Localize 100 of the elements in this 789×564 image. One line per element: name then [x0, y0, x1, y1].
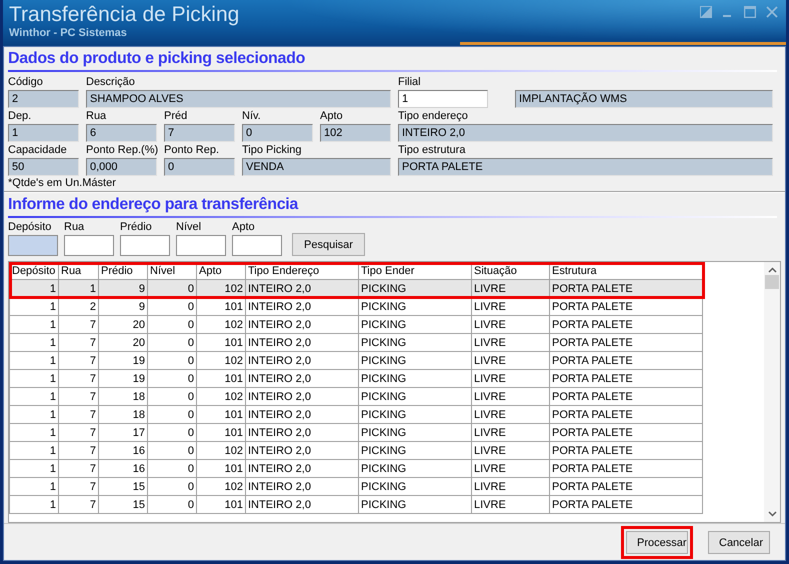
table-cell: PICKING	[358, 478, 472, 496]
table-cell: 102	[196, 442, 246, 460]
table-cell: INTEIRO 2,0	[246, 442, 358, 460]
table-cell: PICKING	[358, 316, 472, 334]
table-cell: PORTA PALETE	[550, 370, 702, 388]
maximize-icon[interactable]	[744, 6, 756, 18]
table-cell: PORTA PALETE	[550, 478, 702, 496]
table-cell: 1	[10, 424, 58, 442]
scroll-up-icon[interactable]	[768, 267, 776, 273]
text-field[interactable]: 50	[8, 158, 79, 176]
table-cell: PICKING	[358, 496, 472, 514]
table-cell: 7	[58, 424, 98, 442]
input-field[interactable]	[120, 235, 170, 256]
table-cell: 2	[58, 298, 98, 316]
field-label: Rua	[64, 221, 86, 233]
table-cell: LIVRE	[472, 388, 550, 406]
table-cell: 18	[98, 388, 148, 406]
table-cell: 7	[58, 478, 98, 496]
table-cell: 7	[58, 352, 98, 370]
text-field[interactable]: 0,000	[86, 158, 157, 176]
field-label: Apto	[232, 221, 256, 233]
text-field[interactable]: 1	[8, 124, 79, 142]
table-cell: 15	[98, 496, 148, 514]
table-cell: 0	[148, 316, 196, 334]
table-cell: 18	[98, 406, 148, 424]
table-cell: 101	[196, 334, 246, 352]
table-cell: 7	[58, 370, 98, 388]
text-field[interactable]: 2	[8, 90, 79, 108]
text-field[interactable]: 1	[398, 90, 488, 108]
input-field[interactable]	[64, 235, 114, 256]
table-cell: LIVRE	[472, 370, 550, 388]
table-cell: INTEIRO 2,0	[246, 406, 358, 424]
input-field[interactable]	[8, 235, 58, 256]
table-cell: 1	[10, 352, 58, 370]
section-heading: Dados do produto e picking selecionado	[7, 49, 306, 68]
table-cell: 0	[148, 370, 196, 388]
text-field[interactable]: 102	[320, 124, 391, 142]
table-cell: PORTA PALETE	[550, 460, 702, 478]
table-cell: 19	[98, 370, 148, 388]
field-label: Capacidade	[8, 144, 68, 156]
text-field[interactable]: 7	[164, 124, 235, 142]
text-field[interactable]: 0	[164, 158, 235, 176]
table-cell: 101	[196, 460, 246, 478]
table-cell: 0	[148, 478, 196, 496]
table-cell: 1	[10, 478, 58, 496]
table-cell: 1	[10, 298, 58, 316]
table-cell: PORTA PALETE	[550, 424, 702, 442]
table-cell: 15	[98, 478, 148, 496]
table-cell: PORTA PALETE	[550, 406, 702, 424]
table-cell: 17	[98, 424, 148, 442]
table-cell: 0	[148, 334, 196, 352]
table-cell: PICKING	[358, 406, 472, 424]
table-cell: INTEIRO 2,0	[246, 298, 358, 316]
table-cell: LIVRE	[472, 496, 550, 514]
text-field[interactable]: SHAMPOO ALVES	[86, 90, 391, 108]
table-cell: PORTA PALETE	[550, 334, 702, 352]
table-cell: LIVRE	[472, 478, 550, 496]
field-label: Ponto Rep.	[164, 144, 220, 156]
table-cell: PORTA PALETE	[550, 442, 702, 460]
text-field[interactable]: 0	[242, 124, 313, 142]
table-cell: 1	[10, 370, 58, 388]
text-field[interactable]: VENDA	[242, 158, 391, 176]
table-cell: 16	[98, 442, 148, 460]
table-cell: PICKING	[358, 388, 472, 406]
table-cell: PORTA PALETE	[550, 496, 702, 514]
text-field[interactable]: 6	[86, 124, 157, 142]
table-cell: PICKING	[358, 460, 472, 478]
table-cell: INTEIRO 2,0	[246, 496, 358, 514]
table-cell: PICKING	[358, 352, 472, 370]
table-cell: 0	[148, 460, 196, 478]
table-cell: 0	[148, 388, 196, 406]
restore-icon[interactable]	[700, 6, 712, 18]
field-label: Prédio	[120, 221, 153, 233]
text-field[interactable]: INTEIRO 2,0	[398, 124, 773, 142]
close-icon[interactable]	[766, 6, 778, 18]
scrollbar-thumb[interactable]	[765, 275, 779, 289]
table-cell: LIVRE	[472, 352, 550, 370]
cancel-button[interactable]: Cancelar	[708, 531, 770, 554]
scroll-down-icon[interactable]	[768, 511, 776, 517]
table-cell: 7	[58, 388, 98, 406]
table-cell: 0	[148, 406, 196, 424]
field-label: Apto	[320, 110, 344, 122]
table-cell: LIVRE	[472, 442, 550, 460]
table-cell: LIVRE	[472, 316, 550, 334]
process-button[interactable]: Processar	[626, 531, 688, 554]
field-label: Descrição	[86, 76, 136, 88]
field-label: Préd	[164, 110, 188, 122]
search-button[interactable]: Pesquisar	[292, 233, 365, 256]
table-cell: 7	[58, 406, 98, 424]
text-field[interactable]: PORTA PALETE	[398, 158, 773, 176]
input-field[interactable]	[232, 235, 282, 256]
table-cell: INTEIRO 2,0	[246, 334, 358, 352]
input-field[interactable]	[176, 235, 226, 256]
field-label: Nível	[176, 221, 202, 233]
field-label: Filial	[398, 76, 422, 88]
table-cell: INTEIRO 2,0	[246, 460, 358, 478]
table-cell: 1	[10, 496, 58, 514]
text-field[interactable]: IMPLANTAÇÃO WMS	[515, 90, 773, 108]
table-cell: 7	[58, 442, 98, 460]
table-cell: LIVRE	[472, 298, 550, 316]
